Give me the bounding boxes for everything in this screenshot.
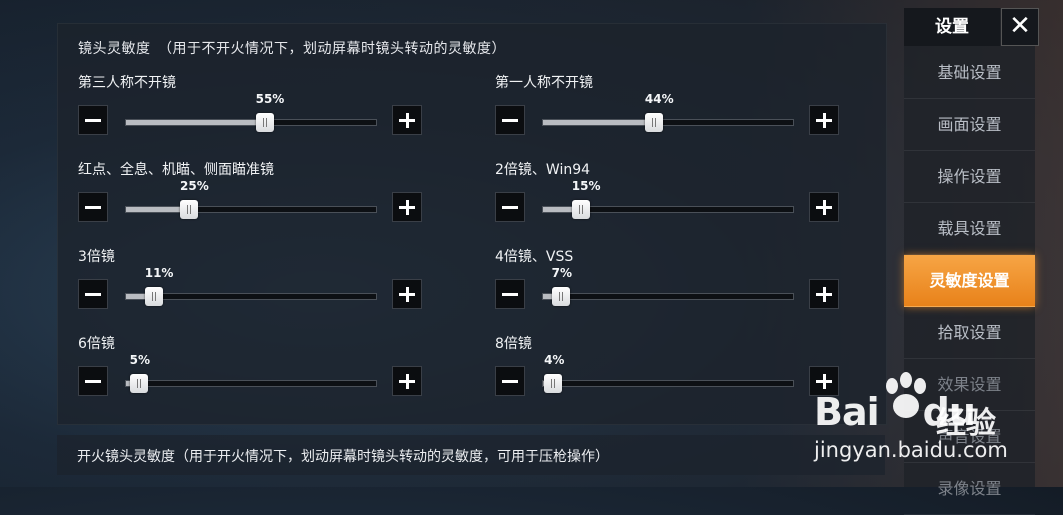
sensitivity-percent: 7% <box>551 266 572 280</box>
close-icon: ✕ <box>1009 11 1031 41</box>
slider-handle[interactable] <box>551 287 570 306</box>
increase-button[interactable] <box>809 192 839 222</box>
decrease-button[interactable] <box>495 192 525 222</box>
sensitivity-percent: 15% <box>571 179 601 193</box>
increase-button[interactable] <box>809 279 839 309</box>
fire-sensitivity-section[interactable]: 开火镜头灵敏度（用于开火情况下，划动屏幕时镜头转动的灵敏度，可用于压枪操作） <box>57 435 885 475</box>
sensitivity-item: 红点、全息、机瞄、侧面瞄准镜 25% <box>78 159 428 239</box>
sidebar-item[interactable]: 声音设置 <box>904 411 1035 463</box>
sidebar-item[interactable]: 灵敏度设置 <box>904 255 1035 307</box>
decrease-button[interactable] <box>495 366 525 396</box>
sidebar-title: 设置 <box>904 8 1000 46</box>
sensitivity-item: 3倍镜 11% <box>78 246 428 326</box>
sensitivity-percent: 11% <box>144 266 174 280</box>
sensitivity-percent: 5% <box>129 353 150 367</box>
slider-handle[interactable] <box>544 374 563 393</box>
minus-icon <box>85 293 101 296</box>
increase-button[interactable] <box>392 192 422 222</box>
decrease-button[interactable] <box>78 279 108 309</box>
increase-button[interactable] <box>809 366 839 396</box>
sensitivity-slider[interactable] <box>125 287 377 306</box>
sensitivity-slider[interactable] <box>542 113 794 132</box>
minus-icon <box>502 380 518 383</box>
sensitivity-slider[interactable] <box>542 374 794 393</box>
sensitivity-percent: 55% <box>255 92 285 106</box>
minus-icon <box>85 380 101 383</box>
slider-handle[interactable] <box>144 287 163 306</box>
sensitivity-item: 2倍镜、Win94 15% <box>495 159 845 239</box>
decrease-button[interactable] <box>78 105 108 135</box>
slider-fill <box>126 120 265 125</box>
sensitivity-item: 第一人称不开镜 44% <box>495 72 845 152</box>
sensitivity-slider[interactable] <box>125 113 377 132</box>
minus-icon <box>85 119 101 122</box>
sidebar-item[interactable]: 操作设置 <box>904 151 1035 203</box>
sensitivity-label: 第三人称不开镜 <box>78 75 176 91</box>
decrease-button[interactable] <box>495 105 525 135</box>
sensitivity-label: 6倍镜 <box>78 336 115 352</box>
sensitivity-percent: 25% <box>180 179 209 193</box>
settings-sidebar: 设置 ✕ 基础设置 画面设置 操作设置 载具设置 灵敏度设置 拾取设置 效果设置 声音设置 录像… <box>904 8 1039 515</box>
panel-title: 镜头灵敏度 （用于不开火情况下，划动屏幕时镜头转动的灵敏度） <box>78 41 506 57</box>
sidebar-item[interactable]: 画面设置 <box>904 99 1035 151</box>
sensitivity-item: 4倍镜、VSS 7% <box>495 246 845 326</box>
sensitivity-percent: 4% <box>544 353 565 367</box>
slider-fill <box>543 120 654 125</box>
sensitivity-slider[interactable] <box>125 374 377 393</box>
sidebar-item[interactable]: 载具设置 <box>904 203 1035 255</box>
minus-icon <box>502 293 518 296</box>
sensitivity-slider[interactable] <box>542 287 794 306</box>
sensitivity-item: 6倍镜 5% <box>78 333 428 413</box>
sensitivity-percent: 44% <box>644 92 674 106</box>
sensitivity-slider[interactable] <box>542 200 794 219</box>
sidebar-item[interactable]: 效果设置 <box>904 359 1035 411</box>
sidebar-item[interactable]: 录像设置 <box>904 463 1035 515</box>
decrease-button[interactable] <box>78 192 108 222</box>
sensitivity-label: 2倍镜、Win94 <box>495 162 591 178</box>
increase-button[interactable] <box>392 279 422 309</box>
sensitivity-label: 4倍镜、VSS <box>495 249 574 265</box>
slider-handle[interactable] <box>255 113 274 132</box>
increase-button[interactable] <box>392 366 422 396</box>
sidebar-item[interactable]: 基础设置 <box>904 47 1035 99</box>
sidebar-item[interactable]: 拾取设置 <box>904 307 1035 359</box>
increase-button[interactable] <box>392 105 422 135</box>
minus-icon <box>502 119 518 122</box>
sensitivity-item: 8倍镜 4% <box>495 333 845 413</box>
sensitivity-slider[interactable] <box>125 200 377 219</box>
slider-handle[interactable] <box>571 200 590 219</box>
decrease-button[interactable] <box>78 366 108 396</box>
close-button[interactable]: ✕ <box>1001 8 1039 46</box>
fire-section-title: 开火镜头灵敏度（用于开火情况下，划动屏幕时镜头转动的灵敏度，可用于压枪操作） <box>77 449 609 465</box>
slider-handle[interactable] <box>644 113 663 132</box>
slider-handle[interactable] <box>129 374 148 393</box>
sensitivity-label: 红点、全息、机瞄、侧面瞄准镜 <box>78 162 274 178</box>
sensitivity-item: 第三人称不开镜 55% <box>78 72 428 152</box>
sensitivity-label: 第一人称不开镜 <box>495 75 593 91</box>
increase-button[interactable] <box>809 105 839 135</box>
decrease-button[interactable] <box>495 279 525 309</box>
sensitivity-label: 8倍镜 <box>495 336 532 352</box>
slider-handle[interactable] <box>180 200 198 219</box>
minus-icon <box>502 206 518 209</box>
minus-icon <box>85 206 101 209</box>
sensitivity-panel: 镜头灵敏度 （用于不开火情况下，划动屏幕时镜头转动的灵敏度） 第三人称不开镜 5… <box>57 23 887 425</box>
sensitivity-label: 3倍镜 <box>78 249 115 265</box>
